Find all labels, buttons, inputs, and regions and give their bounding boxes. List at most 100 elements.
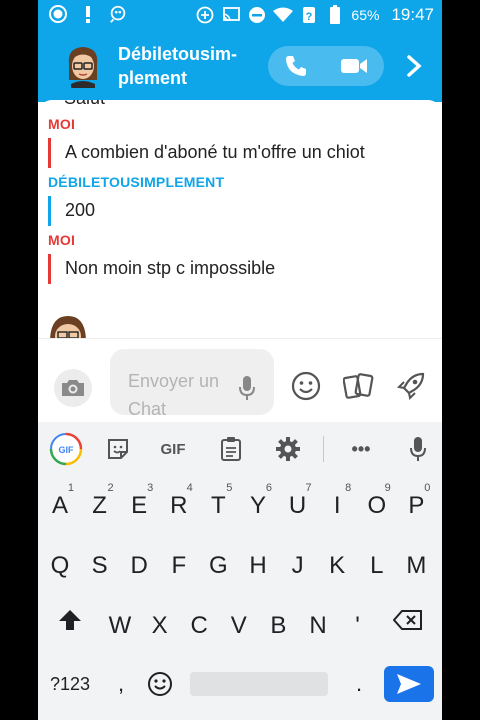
key-hint: 2 xyxy=(107,482,114,494)
key-k[interactable]: K xyxy=(317,538,357,594)
key-label: L xyxy=(370,552,384,579)
snapchat-notification-icon xyxy=(108,4,128,24)
voice-call-button[interactable] xyxy=(268,46,324,86)
send-key[interactable] xyxy=(384,666,434,702)
video-call-button[interactable] xyxy=(326,46,382,86)
key-label: C xyxy=(190,612,208,639)
contact-name[interactable]: Débiletousim- plement xyxy=(118,42,258,90)
backspace-icon xyxy=(393,610,422,630)
key-d[interactable]: D xyxy=(119,538,159,594)
more-button[interactable]: ••• xyxy=(341,432,381,466)
message-item[interactable]: A combien d'aboné tu m'offre un chiot xyxy=(48,136,428,170)
key-s[interactable]: S xyxy=(80,538,120,594)
contact-name-line2: plement xyxy=(118,68,188,88)
space-key[interactable] xyxy=(190,672,328,696)
key-o[interactable]: O9 xyxy=(357,478,397,534)
partial-message: Salut xyxy=(64,100,105,109)
key-b[interactable]: B xyxy=(258,598,298,654)
key-hint: 1 xyxy=(67,482,74,494)
battery-icon xyxy=(325,5,345,25)
key-label: P xyxy=(408,492,425,519)
rocket-icon xyxy=(396,372,425,401)
key-label: O xyxy=(367,492,387,519)
gif-logo-icon[interactable]: GIF xyxy=(48,432,84,466)
sender-bar xyxy=(48,138,51,168)
status-bar: ? 65% 19:47 xyxy=(38,0,442,32)
key-f[interactable]: F xyxy=(159,538,199,594)
key-label: N xyxy=(309,612,327,639)
message-item[interactable]: Non moin stp c impossible xyxy=(48,252,428,286)
key-e[interactable]: E3 xyxy=(119,478,159,534)
gif-button[interactable]: GIF xyxy=(152,432,194,466)
key-apostrophe[interactable]: ' xyxy=(338,598,378,654)
key-j[interactable]: J xyxy=(278,538,318,594)
key-n[interactable]: N xyxy=(298,598,338,654)
key-a[interactable]: A1 xyxy=(40,478,80,534)
key-v[interactable]: V xyxy=(219,598,259,654)
key-l[interactable]: L xyxy=(357,538,397,594)
key-label: Y xyxy=(249,492,266,519)
emoji-key[interactable] xyxy=(142,666,178,702)
cards-button[interactable] xyxy=(342,369,376,403)
key-z[interactable]: Z2 xyxy=(80,478,120,534)
emoji-button[interactable] xyxy=(289,369,323,403)
key-label: U xyxy=(288,492,307,519)
record-icon xyxy=(48,4,68,24)
key-c[interactable]: C xyxy=(179,598,219,654)
key-p[interactable]: P0 xyxy=(396,478,436,534)
smiley-icon xyxy=(291,371,321,401)
message-text: A combien d'aboné tu m'offre un chiot xyxy=(65,142,365,162)
key-label: I xyxy=(333,492,341,519)
contact-avatar[interactable] xyxy=(63,44,103,88)
key-label: A xyxy=(51,492,68,519)
mic-icon[interactable] xyxy=(400,432,436,466)
key-label: W xyxy=(108,612,132,639)
sender-label: DÉBILETOUSIMPLEMENT xyxy=(48,174,225,190)
key-g[interactable]: G xyxy=(198,538,238,594)
battery-percent: 65% xyxy=(351,7,380,23)
cast-icon xyxy=(221,5,241,25)
dnd-icon xyxy=(247,5,267,25)
key-hint: 7 xyxy=(305,482,312,494)
chat-messages[interactable]: Salut MOI A combien d'aboné tu m'offre u… xyxy=(38,100,442,338)
smiley-icon xyxy=(148,672,172,696)
key-x[interactable]: X xyxy=(140,598,180,654)
shift-key[interactable] xyxy=(50,592,90,648)
key-m[interactable]: M xyxy=(396,538,436,594)
key-r[interactable]: R4 xyxy=(159,478,199,534)
key-w[interactable]: W xyxy=(100,598,140,654)
key-hint: 4 xyxy=(186,482,193,494)
chat-header: Débiletousim- plement xyxy=(38,32,442,102)
key-label: V xyxy=(230,612,247,639)
key-q[interactable]: Q xyxy=(40,538,80,594)
key-label: K xyxy=(329,552,346,579)
comma-key[interactable]: , xyxy=(108,666,134,702)
clipboard-icon[interactable] xyxy=(213,432,249,466)
rocket-button[interactable] xyxy=(394,369,428,403)
key-y[interactable]: Y6 xyxy=(238,478,278,534)
chat-input-placeholder: Envoyer un Chat xyxy=(128,367,238,423)
sticker-icon[interactable] xyxy=(100,432,136,466)
key-h[interactable]: H xyxy=(238,538,278,594)
message-text: 200 xyxy=(65,200,96,220)
key-i[interactable]: I8 xyxy=(317,478,357,534)
sender-bar xyxy=(48,196,51,226)
chevron-right-button[interactable] xyxy=(398,50,430,82)
key-hint: 6 xyxy=(265,482,272,494)
mic-icon[interactable] xyxy=(238,375,256,406)
add-circle-icon xyxy=(195,5,215,25)
camera-button[interactable] xyxy=(54,369,92,407)
message-item[interactable]: 200 xyxy=(48,194,428,228)
symbols-key[interactable]: ?123 xyxy=(44,666,96,702)
chat-input[interactable]: Envoyer un Chat xyxy=(110,349,274,419)
clock: 19:47 xyxy=(391,5,434,24)
gear-icon[interactable] xyxy=(270,432,306,466)
wifi-icon xyxy=(273,5,294,25)
placeholder-line2: Chat xyxy=(128,399,167,419)
key-u[interactable]: U7 xyxy=(278,478,318,534)
period-key[interactable]: . xyxy=(346,666,372,702)
key-t[interactable]: T5 xyxy=(198,478,238,534)
phone-icon xyxy=(286,56,306,76)
backspace-key[interactable] xyxy=(388,592,428,648)
shift-icon xyxy=(59,610,81,630)
